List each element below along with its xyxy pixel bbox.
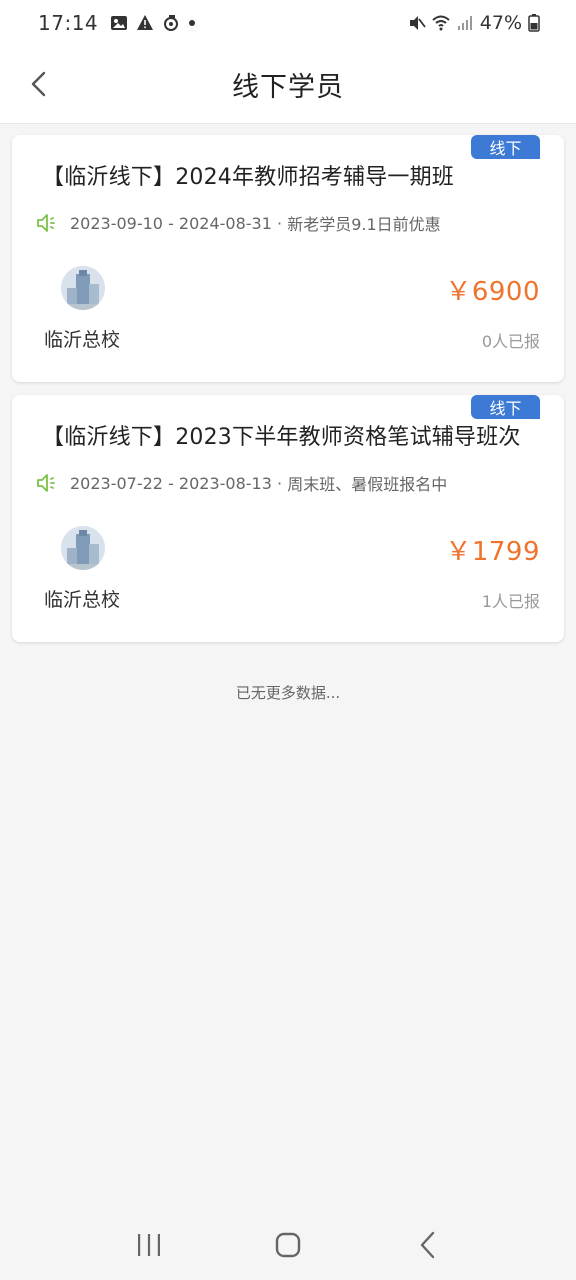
app-header: 线下学员 [0,46,576,124]
page-title: 线下学员 [232,72,344,103]
speaker-icon [37,214,55,232]
course-note: 周末班、暑假班报名中 [287,475,448,494]
battery-icon [528,14,540,32]
offline-tag: 线下 [471,135,540,159]
course-card[interactable]: 线下 【临沂线下】2023下半年教师资格笔试辅导班次 2023-07-22 - … [12,395,564,642]
course-meta: 2023-09-10 - 2024-08-31 · 新老学员9.1日前优惠 [36,211,441,235]
course-date-range: 2023-07-22 - 2023-08-13 [70,473,272,493]
recent-apps-icon [138,1234,161,1256]
gallery-icon [111,16,128,30]
speaker-icon [37,474,55,492]
no-more-data-text: 已无更多数据... [235,684,341,702]
app-notification-icon [164,15,179,31]
status-right: 47% [408,12,540,34]
system-nav-bar [0,1210,576,1280]
mute-icon [409,16,426,30]
notification-icons [110,14,196,32]
back-arrow-icon [420,1231,434,1259]
course-card[interactable]: 线下 【临沂线下】2024年教师招考辅导一期班 2023-09-10 - 202… [12,135,564,382]
chevron-left-icon [31,71,46,97]
enrolled-count: 0人已报 [481,332,540,351]
signal-icon [457,16,472,30]
school-avatar [61,266,105,310]
school-name: 临沂总校 [44,329,121,351]
wifi-icon [432,15,450,31]
offline-tag: 线下 [471,395,540,419]
course-date-range: 2023-09-10 - 2024-08-31 [70,213,272,233]
school-avatar [61,526,105,570]
school-name: 临沂总校 [44,589,121,611]
course-price: ￥1799 [445,537,540,567]
nav-back-button[interactable] [397,1215,457,1275]
course-title: 【临沂线下】2023下半年教师资格笔试辅导班次 [42,425,521,450]
recent-apps-button[interactable] [119,1215,179,1275]
course-meta: 2023-07-22 - 2023-08-13 · 周末班、暑假班报名中 [36,471,447,495]
back-button[interactable] [16,62,60,106]
course-note: 新老学员9.1日前优惠 [287,215,441,234]
home-button[interactable] [258,1215,318,1275]
home-icon [275,1232,301,1258]
more-notifications-dot-icon [189,20,196,26]
course-price: ￥6900 [445,277,540,307]
enrolled-count: 1人已报 [481,592,540,611]
course-title: 【临沂线下】2024年教师招考辅导一期班 [42,165,454,190]
meta-separator: · [271,473,288,493]
status-time: 17:14 [38,11,99,35]
status-bar: 17:14 47% [0,0,576,46]
warning-icon [137,15,154,30]
battery-percent: 47% [479,12,522,34]
meta-separator: · [271,213,288,233]
